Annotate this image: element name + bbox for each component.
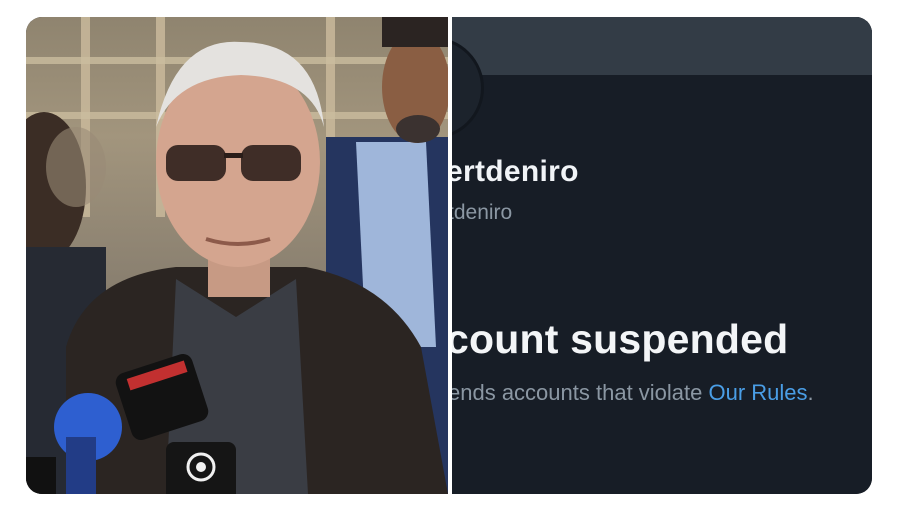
profile-handle: tdeniro: [452, 201, 513, 224]
suspended-profile-screenshot[interactable]: ertdeniro tdeniro count suspended ends a…: [452, 17, 872, 494]
profile-banner: [452, 17, 872, 75]
description-period: .: [807, 380, 814, 405]
press-conference-photo[interactable]: [26, 17, 448, 494]
photo-illustration: [26, 17, 448, 494]
suspension-description-text: ends accounts that violate: [452, 380, 709, 405]
tweet-media-card[interactable]: ertdeniro tdeniro count suspended ends a…: [26, 17, 872, 494]
profile-display-name: ertdeniro: [452, 155, 579, 188]
account-suspended-heading: count suspended: [452, 316, 789, 362]
suspension-description: ends accounts that violate Our Rules.: [452, 380, 814, 406]
our-rules-link[interactable]: Our Rules: [709, 380, 808, 405]
